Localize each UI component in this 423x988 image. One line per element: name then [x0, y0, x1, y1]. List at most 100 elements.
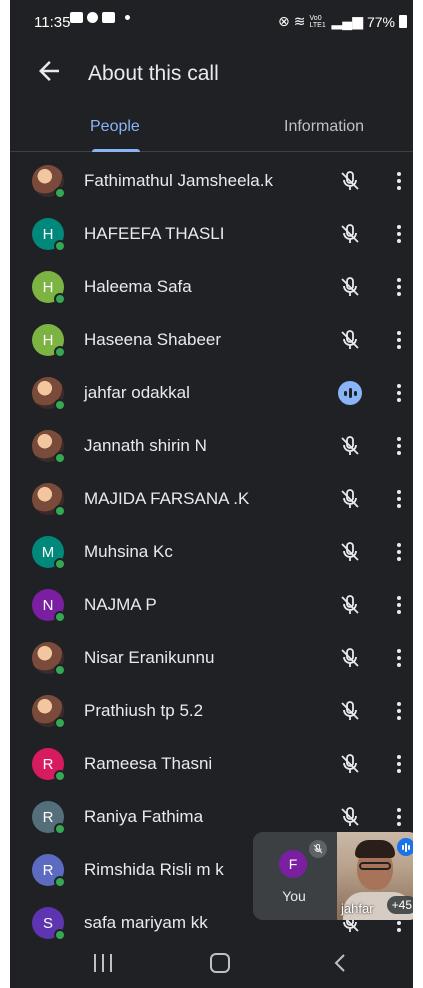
status-bar: 11:35 ⊗ ≋ Vo0 LTE1 ▂▄▆ 77%: [10, 0, 413, 46]
participant-name: Fathimathul Jamsheela.k: [84, 171, 273, 190]
pip-video-glasses: [359, 862, 391, 870]
back-arrow-icon[interactable]: [34, 56, 64, 86]
pip-self-tile: F You: [253, 832, 335, 920]
tab-indicator: [92, 149, 140, 152]
presence-dot: [54, 293, 66, 305]
presence-dot: [54, 452, 66, 464]
more-options-icon[interactable]: [394, 382, 404, 404]
speaking-indicator-icon: [338, 381, 362, 405]
more-options-icon[interactable]: [394, 435, 404, 457]
presence-dot: [54, 770, 66, 782]
more-options-icon[interactable]: [394, 170, 404, 192]
pip-video-hair: [355, 840, 395, 858]
participant-name: Haleema Safa: [84, 277, 192, 296]
participant-row[interactable]: M Muhsina Kc: [10, 526, 413, 579]
more-options-icon[interactable]: [394, 806, 404, 828]
more-options-icon[interactable]: [394, 647, 404, 669]
presence-dot: [54, 823, 66, 835]
presence-dot: [54, 505, 66, 517]
participant-name: Rimshida Risli m k: [84, 860, 224, 879]
participant-name: Rameesa Thasni: [84, 754, 213, 773]
participant-row[interactable]: H Haleema Safa: [10, 261, 413, 314]
participant-name: jahfar odakkal: [84, 383, 190, 402]
participant-row[interactable]: R Rameesa Thasni: [10, 738, 413, 791]
participant-name: Raniya Fathima: [84, 807, 204, 826]
participant-row[interactable]: Nisar Eranikunnu: [10, 632, 413, 685]
mic-off-icon: [338, 752, 362, 776]
presence-dot: [54, 346, 66, 358]
participant-name: safa mariyam kk: [84, 913, 208, 932]
mute-icon: ⊗: [278, 13, 290, 29]
pip-speaking-icon: [397, 838, 413, 856]
participant-row[interactable]: H HAFEEFA THASLI: [10, 208, 413, 261]
tab-bar: People Information: [10, 106, 413, 152]
participant-name: NAJMA P: [84, 595, 157, 614]
participant-name: Muhsina Kc: [84, 542, 173, 561]
mic-off-icon: [338, 593, 362, 617]
more-options-icon[interactable]: [394, 700, 404, 722]
participant-row[interactable]: H Haseena Shabeer: [10, 314, 413, 367]
page-title: About this call: [88, 62, 219, 85]
participant-row[interactable]: Jannath shirin N: [10, 420, 413, 473]
presence-dot: [54, 399, 66, 411]
participant-name: Jannath shirin N: [84, 436, 207, 455]
participant-row[interactable]: N NAJMA P: [10, 579, 413, 632]
presence-dot: [54, 717, 66, 729]
battery-icon: [399, 15, 407, 28]
more-options-icon[interactable]: [394, 488, 404, 510]
call-pip-window[interactable]: F You jahfar +45: [253, 832, 413, 920]
more-options-icon[interactable]: [394, 753, 404, 775]
presence-dot: [54, 611, 66, 623]
participant-row[interactable]: Fathimathul Jamsheela.k: [10, 155, 413, 208]
home-icon[interactable]: [210, 953, 230, 973]
nav-back-icon[interactable]: [330, 952, 350, 974]
pip-self-label: You: [282, 888, 306, 904]
status-time: 11:35: [34, 14, 71, 31]
more-options-icon[interactable]: [394, 223, 404, 245]
presence-dot: [54, 876, 66, 888]
presence-dot: [54, 558, 66, 570]
pip-remote-label: jahfar: [341, 901, 374, 916]
system-nav-bar: [10, 940, 413, 988]
mic-off-icon: [338, 540, 362, 564]
mic-off-icon: [338, 699, 362, 723]
chrome-icon: [87, 12, 98, 23]
tab-information[interactable]: Information: [284, 118, 364, 136]
mic-off-icon: [338, 275, 362, 299]
participant-name: Nisar Eranikunnu: [84, 648, 215, 667]
presence-dot: [54, 187, 66, 199]
mic-off-icon: [338, 328, 362, 352]
app-bar: About this call: [10, 46, 413, 102]
pip-participant-count: +45: [386, 896, 413, 914]
notification-icons: [70, 12, 130, 23]
more-options-icon[interactable]: [394, 541, 404, 563]
participant-row[interactable]: MAJIDA FARSANA .K: [10, 473, 413, 526]
mic-off-icon: [338, 646, 362, 670]
participant-name: MAJIDA FARSANA .K: [84, 489, 250, 508]
more-options-icon[interactable]: [394, 594, 404, 616]
presence-dot: [54, 664, 66, 676]
mic-off-icon: [338, 222, 362, 246]
mic-off-icon: [338, 169, 362, 193]
pip-self-avatar: F: [279, 850, 307, 878]
participant-name: Haseena Shabeer: [84, 330, 222, 349]
mic-off-icon: [338, 434, 362, 458]
wifi-icon: ≋: [293, 13, 306, 29]
pip-remote-video: jahfar +45: [337, 832, 413, 920]
tab-people[interactable]: People: [90, 118, 140, 136]
network-label: Vo0 LTE1: [309, 14, 326, 29]
mic-off-icon: [338, 805, 362, 829]
phone-screen: 11:35 ⊗ ≋ Vo0 LTE1 ▂▄▆ 77% About this ca…: [10, 0, 413, 988]
recents-icon[interactable]: [94, 954, 112, 972]
mic-off-icon: [338, 487, 362, 511]
signal-icon: ▂▄▆: [331, 13, 363, 29]
more-options-icon[interactable]: [394, 276, 404, 298]
more-options-icon[interactable]: [394, 329, 404, 351]
participant-row[interactable]: jahfar odakkal: [10, 367, 413, 420]
more-notifications-icon: [125, 15, 130, 20]
presence-dot: [54, 240, 66, 252]
system-icons: ⊗ ≋ Vo0 LTE1 ▂▄▆ 77%: [278, 13, 407, 30]
participant-list: Fathimathul Jamsheela.k H HAFEEFA THASLI H H…: [10, 155, 413, 950]
battery-percent: 77%: [366, 13, 395, 30]
participant-row[interactable]: Prathiush tp 5.2: [10, 685, 413, 738]
